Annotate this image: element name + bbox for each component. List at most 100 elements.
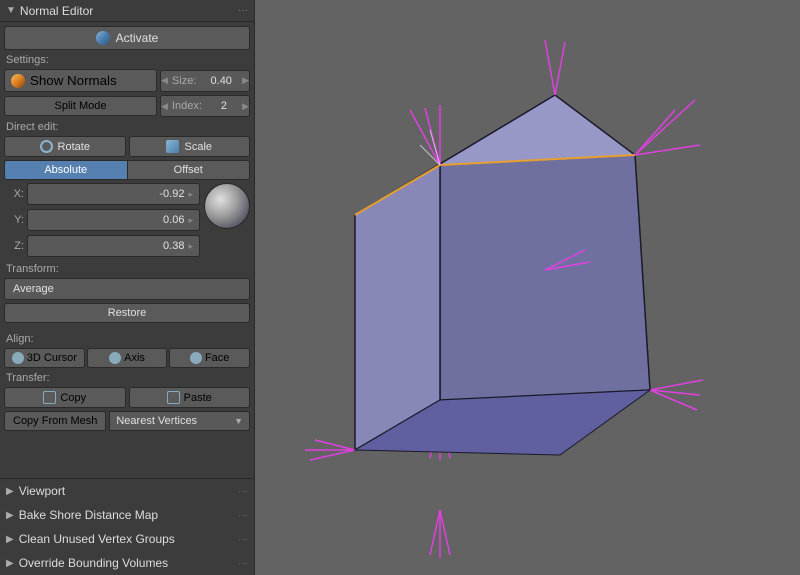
clean-section-header[interactable]: ▶ Clean Unused Vertex Groups ··· — [0, 527, 254, 551]
align-face-button[interactable]: Face — [169, 348, 250, 368]
x-row: X: -0.92 ▸ — [4, 183, 200, 205]
rotate-icon — [40, 140, 53, 153]
tab-offset[interactable]: Offset — [128, 160, 251, 180]
face-label: Face — [205, 352, 229, 364]
collapsibles: ▶ Viewport ··· ▶ Bake Shore Distance Map… — [0, 478, 254, 575]
direct-edit-label: Direct edit: — [6, 121, 250, 133]
y-row: Y: 0.06 ▸ — [4, 209, 200, 231]
index-value: 2 — [206, 100, 242, 112]
average-value: Average — [13, 283, 54, 295]
size-value: 0.40 — [200, 75, 242, 87]
scale-label: Scale — [184, 141, 212, 153]
x-value: -0.92 — [34, 188, 184, 200]
axis-label: Axis — [124, 352, 145, 364]
bake-section-title: Bake Shore Distance Map — [19, 508, 233, 522]
scale-icon — [166, 140, 179, 153]
size-field[interactable]: ◀ Size: 0.40 ▶ — [160, 70, 250, 92]
copy-button[interactable]: Copy — [4, 387, 126, 408]
show-normals-button[interactable]: Show Normals — [4, 69, 157, 92]
index-label: Index: — [168, 100, 206, 112]
restore-label: Restore — [108, 307, 147, 319]
scale-button[interactable]: Scale — [129, 136, 251, 157]
split-mode-button[interactable]: Split Mode — [4, 96, 157, 116]
tab-absolute[interactable]: Absolute — [4, 160, 128, 180]
copy-from-select[interactable]: Nearest Vertices ▼ — [109, 411, 250, 431]
transform-label: Transform: — [6, 263, 250, 275]
viewport-collapse-icon: ▶ — [6, 486, 14, 497]
size-right-arrow[interactable]: ▶ — [242, 75, 249, 86]
y-field[interactable]: 0.06 ▸ — [27, 209, 200, 231]
sphere-preview — [204, 183, 250, 229]
size-label: Size: — [168, 75, 200, 87]
index-left-arrow[interactable]: ◀ — [161, 101, 168, 112]
override-collapse-icon: ▶ — [6, 558, 14, 569]
average-field[interactable]: Average — [4, 278, 250, 300]
panel-collapse-icon[interactable]: ▼ — [6, 5, 16, 16]
restore-button[interactable]: Restore — [4, 303, 250, 323]
index-right-arrow[interactable]: ▶ — [242, 101, 249, 112]
paste-icon — [167, 391, 180, 404]
override-section-header[interactable]: ▶ Override Bounding Volumes ··· — [0, 551, 254, 575]
align-label: Align: — [6, 333, 250, 345]
x-arrows[interactable]: ▸ — [188, 189, 193, 200]
show-normals-icon — [11, 74, 25, 88]
split-mode-label: Split Mode — [55, 100, 107, 112]
viewport-scene — [255, 0, 735, 575]
y-label: Y: — [4, 214, 24, 226]
settings-label: Settings: — [6, 54, 250, 66]
nearest-vertices-label: Nearest Vertices — [116, 415, 197, 427]
rotate-label: Rotate — [58, 141, 90, 153]
clean-collapse-icon: ▶ — [6, 534, 14, 545]
mode-tabs: Absolute Offset — [4, 160, 250, 180]
panel-title: Normal Editor — [20, 4, 93, 18]
z-label: Z: — [4, 240, 24, 252]
align-cursor-button[interactable]: 3D Cursor — [4, 348, 85, 368]
bake-section-header[interactable]: ▶ Bake Shore Distance Map ··· — [0, 503, 254, 527]
rotate-button[interactable]: Rotate — [4, 136, 126, 157]
override-section-title: Override Bounding Volumes — [19, 556, 233, 570]
viewport-section-title: Viewport — [19, 484, 233, 498]
clean-section-dots: ··· — [238, 534, 248, 545]
paste-label: Paste — [184, 392, 212, 404]
copy-from-mesh-label: Copy From Mesh — [13, 415, 97, 427]
index-field[interactable]: ◀ Index: 2 ▶ — [160, 95, 250, 117]
paste-button[interactable]: Paste — [129, 387, 251, 408]
activate-button[interactable]: Activate — [4, 26, 250, 50]
viewport-section-header[interactable]: ▶ Viewport ··· — [0, 479, 254, 503]
copy-from-row: Copy From Mesh Nearest Vertices ▼ — [4, 411, 250, 431]
face-icon — [190, 352, 202, 364]
z-field[interactable]: 0.38 ▸ — [27, 235, 200, 257]
direct-edit-row: Rotate Scale — [4, 136, 250, 157]
bake-section-dots: ··· — [238, 510, 248, 521]
show-normals-row: Show Normals ◀ Size: 0.40 ▶ — [4, 69, 250, 92]
align-axis-button[interactable]: Axis — [87, 348, 168, 368]
cursor-icon — [12, 352, 24, 364]
copy-from-mesh-button[interactable]: Copy From Mesh — [4, 411, 106, 431]
left-panel: ▼ Normal Editor ··· Activate Settings: S… — [0, 0, 255, 575]
clean-section-title: Clean Unused Vertex Groups — [19, 532, 233, 546]
activate-icon — [96, 31, 110, 45]
x-field[interactable]: -0.92 ▸ — [27, 183, 200, 205]
z-value: 0.38 — [34, 240, 184, 252]
3d-viewport[interactable] — [255, 0, 800, 575]
show-normals-label: Show Normals — [30, 73, 117, 88]
panel-header: ▼ Normal Editor ··· — [0, 0, 254, 22]
transfer-label: Transfer: — [6, 372, 250, 384]
cursor-label: 3D Cursor — [27, 352, 77, 364]
axis-icon — [109, 352, 121, 364]
panel-content: Activate Settings: Show Normals ◀ Size: … — [0, 22, 254, 478]
align-row: 3D Cursor Axis Face — [4, 348, 250, 368]
panel-options-icon[interactable]: ··· — [238, 5, 248, 16]
y-value: 0.06 — [34, 214, 184, 226]
copy-icon — [43, 391, 56, 404]
y-arrows[interactable]: ▸ — [188, 215, 193, 226]
z-arrows[interactable]: ▸ — [188, 241, 193, 252]
size-left-arrow[interactable]: ◀ — [161, 75, 168, 86]
copy-paste-row: Copy Paste — [4, 387, 250, 408]
xyz-fields: X: -0.92 ▸ Y: 0.06 ▸ Z: 0.38 — [4, 183, 200, 259]
bake-collapse-icon: ▶ — [6, 510, 14, 521]
z-row: Z: 0.38 ▸ — [4, 235, 200, 257]
override-section-dots: ··· — [238, 558, 248, 569]
activate-label: Activate — [116, 31, 159, 45]
xyz-sphere-group: X: -0.92 ▸ Y: 0.06 ▸ Z: 0.38 — [4, 183, 250, 259]
